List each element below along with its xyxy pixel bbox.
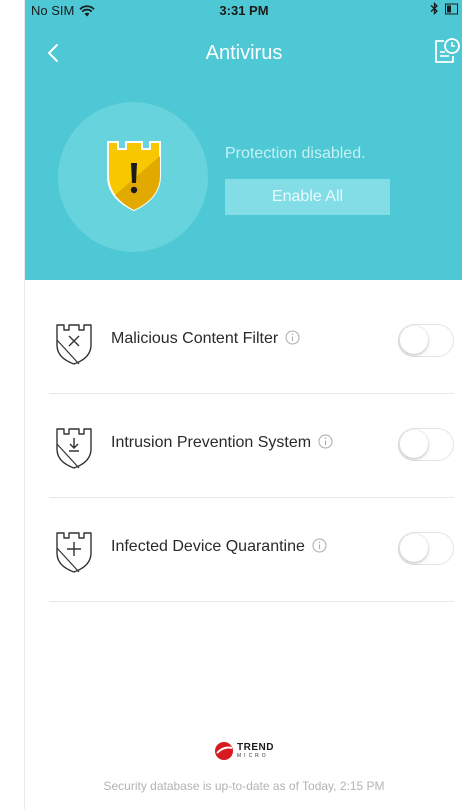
feature-label: Malicious Content Filter [111, 330, 300, 348]
brand-name: TREND [237, 742, 274, 753]
feature-label: Intrusion Prevention System [111, 434, 333, 452]
brand-text: TREND MICRO [237, 743, 274, 759]
feature-row-infected-device-quarantine: Infected Device Quarantine [49, 498, 454, 602]
shield-x-icon [56, 324, 92, 365]
feature-label-text: Intrusion Prevention System [111, 434, 312, 451]
toggle-knob [400, 326, 428, 354]
intrusion-prevention-toggle[interactable] [398, 428, 454, 461]
status-right [430, 2, 459, 15]
feature-label-text: Malicious Content Filter [111, 330, 279, 347]
shield-plus-icon [56, 532, 92, 573]
nav-bar: Antivirus [25, 30, 462, 76]
battery-icon [445, 3, 458, 14]
status-time: 3:31 PM [219, 3, 269, 18]
info-icon[interactable] [285, 330, 300, 345]
trend-micro-ball-icon [215, 742, 234, 760]
history-log-icon [435, 38, 460, 63]
malicious-content-filter-toggle[interactable] [398, 324, 454, 357]
feature-label: Infected Device Quarantine [111, 538, 327, 556]
warning-shield-icon [107, 141, 161, 212]
page-title: Antivirus [205, 42, 283, 64]
feature-label-text: Infected Device Quarantine [111, 538, 305, 555]
hero-panel: No SIM 3:31 PM Antivirus Protection disa… [25, 0, 462, 280]
status-bar: No SIM 3:31 PM [25, 0, 462, 22]
brand-sub: MICRO [237, 753, 269, 759]
device-frame-left [0, 0, 24, 809]
toggle-knob [400, 534, 428, 562]
history-button[interactable] [431, 34, 461, 68]
shield-download-icon [56, 428, 92, 469]
feature-row-malicious-content-filter: Malicious Content Filter [49, 290, 454, 394]
bluetooth-icon [430, 2, 438, 15]
protection-status: Protection disabled. [225, 145, 366, 162]
antivirus-screen: No SIM 3:31 PM Antivirus Protection disa… [24, 0, 462, 809]
trend-micro-logo: TREND MICRO [25, 741, 462, 761]
toggle-knob [400, 430, 428, 458]
infected-device-quarantine-toggle[interactable] [398, 532, 454, 565]
enable-all-button[interactable]: Enable All [225, 179, 390, 215]
info-icon[interactable] [312, 538, 327, 553]
database-status-text: Security database is up-to-date as of To… [103, 779, 385, 793]
feature-row-intrusion-prevention: Intrusion Prevention System [49, 394, 454, 498]
info-icon[interactable] [318, 434, 333, 449]
